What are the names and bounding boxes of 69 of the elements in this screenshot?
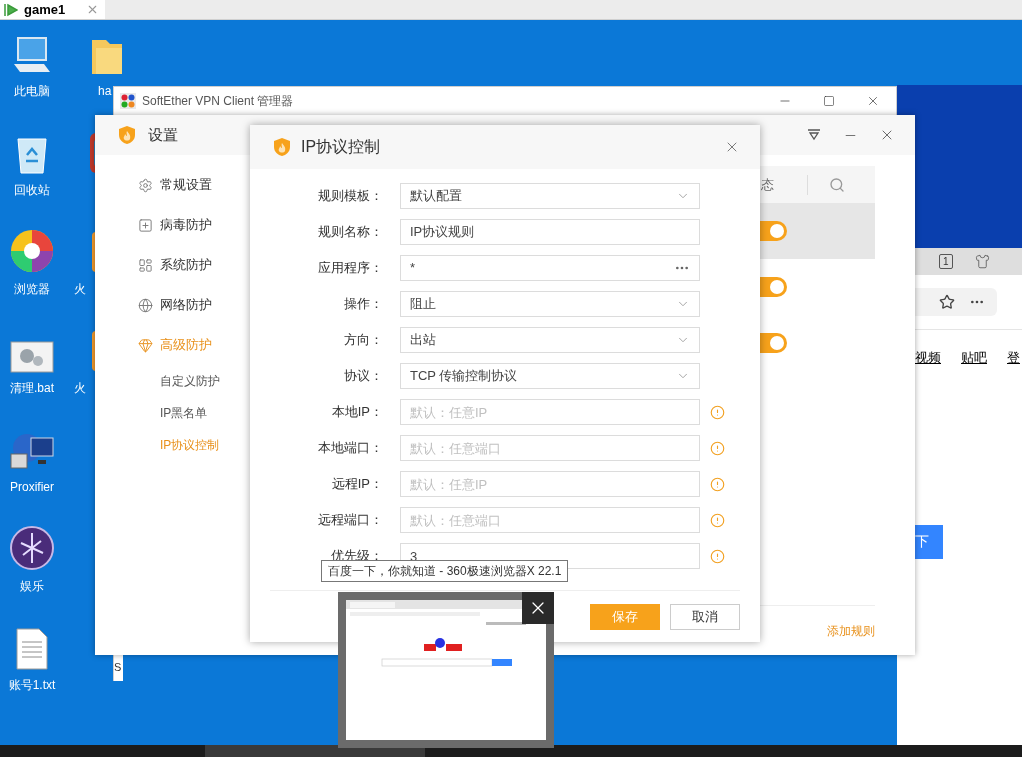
field-label: 操作： [343,295,383,314]
orb-icon [9,525,55,571]
close-icon[interactable] [866,94,880,108]
sidebar-item[interactable]: 常规设置 [138,165,250,205]
blocks-icon [138,257,153,273]
field-label: 远程IP： [330,475,383,494]
star-icon[interactable] [939,294,955,310]
nav-link[interactable]: 视频 [915,348,941,368]
field-label: 协议： [343,367,383,386]
sidebar-subitem[interactable]: 自定义防护 [138,365,250,397]
filter-icon[interactable] [807,129,821,141]
document-icon [15,628,49,670]
nav-link[interactable]: 贴吧 [961,348,987,368]
plus-square-icon [138,217,153,233]
shirt-icon[interactable] [974,254,990,269]
dialog-title: IP协议控制 [301,137,381,157]
field-label: 规则名称： [317,223,383,242]
desktop-icon-label[interactable]: 浏览器 [14,280,50,298]
desktop-icon-label[interactable]: Proxifier [10,478,54,496]
input-field[interactable]: 默认：任意IP [400,471,700,497]
desktop-icon-label[interactable]: ha [98,82,112,100]
maximize-icon[interactable] [823,95,835,107]
tab-title: game1 [24,0,66,19]
window-title: SoftEther VPN Client 管理器 [142,93,294,110]
tab-count[interactable]: 1 [939,254,953,269]
close-icon[interactable] [86,3,99,16]
desktop-icon-label[interactable]: 娱乐 [20,577,44,595]
desktop-icon-label[interactable]: 此电脑 [14,82,50,100]
gem-icon [138,337,153,353]
dropdown[interactable]: 默认配置 [400,183,700,209]
dropdown[interactable]: 阻止 [400,291,700,317]
dropdown[interactable]: 出站 [400,327,700,353]
shield-flame-icon [272,137,292,157]
sidebar-subitem[interactable]: IP黑名单 [138,397,250,429]
desktop-icon-label[interactable]: 火 [74,280,86,298]
sidebar-item[interactable]: 系统防护 [138,245,250,285]
search-icon[interactable] [829,176,845,193]
app-logo-icon [120,93,136,109]
swirl-icon [9,228,55,274]
column-header: 态 [761,175,774,194]
dropdown[interactable]: TCP 传输控制协议 [400,363,700,389]
field-label: 方向： [343,331,383,350]
globe-icon [138,297,153,313]
play-icon [4,2,18,17]
gear-icon [138,177,153,193]
window-edge: S [113,655,123,681]
address-bar[interactable] [915,288,997,316]
desktop-icon-label[interactable]: 账号1.txt [8,676,56,694]
tab[interactable]: game1 [0,0,105,19]
field-label: 远程端口： [317,511,383,530]
field-label: 本地端口： [317,439,383,458]
shield-flame-icon [117,125,137,145]
sidebar-item[interactable]: 网络防护 [138,285,250,325]
tooltip: 百度一下，你就知道 - 360极速浏览器X 22.1 [321,560,569,582]
input-field[interactable]: 默认：任意IP [400,399,700,425]
desktop-icon-label[interactable]: 清理.bat [10,379,54,397]
search-button[interactable]: 下 [915,524,943,559]
field-label: 应用程序： [317,259,383,278]
nav-link[interactable]: 登 [1007,348,1020,368]
field-label: 规则模板： [317,187,383,206]
window-title: 设置 [148,124,178,145]
cancel-button[interactable]: 取消 [670,603,740,630]
close-button[interactable] [522,592,554,624]
desktop-icon-label[interactable]: 回收站 [14,181,50,199]
desktop-icon-label[interactable]: 火 [74,379,86,397]
input-field[interactable]: IP协议规则 [400,219,700,245]
field-label: 本地IP： [330,403,383,422]
sidebar-item[interactable]: 病毒防护 [138,205,250,245]
input-field[interactable]: * [400,255,700,281]
